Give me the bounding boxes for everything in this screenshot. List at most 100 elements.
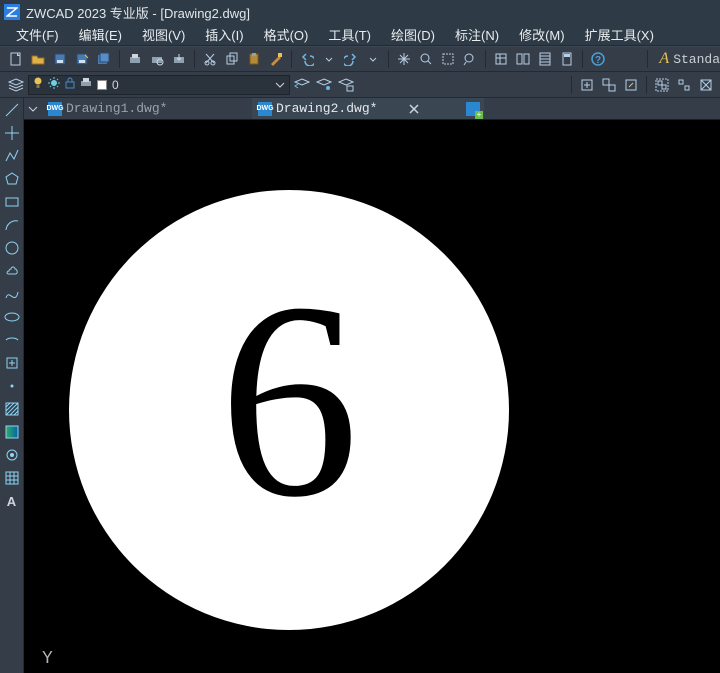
ellipse-icon[interactable] bbox=[2, 307, 22, 327]
insert-block-icon[interactable] bbox=[2, 353, 22, 373]
sun-icon bbox=[48, 77, 60, 92]
standard-toolbar: ? A Standa bbox=[0, 46, 720, 72]
new-document-tab[interactable]: + bbox=[462, 98, 484, 119]
text-style-icon: A bbox=[659, 50, 669, 68]
layer-combo[interactable]: 0 bbox=[28, 75, 290, 95]
dwg-file-icon: + bbox=[466, 102, 480, 116]
svg-text:?: ? bbox=[595, 55, 601, 66]
polyline-icon[interactable] bbox=[2, 146, 22, 166]
toolbar-separator bbox=[582, 50, 583, 68]
document-tab[interactable]: DWG Drawing2.dwg* bbox=[252, 98, 462, 119]
text-style-label: Standa bbox=[673, 52, 720, 67]
menu-insert[interactable]: 插入(I) bbox=[195, 23, 253, 46]
print-icon[interactable] bbox=[125, 49, 145, 69]
close-tab-icon[interactable] bbox=[407, 102, 421, 116]
block-edit-icon[interactable] bbox=[621, 75, 641, 95]
draw-toolbar: A bbox=[0, 98, 24, 673]
paste-icon[interactable] bbox=[244, 49, 264, 69]
text-style-control[interactable]: A Standa bbox=[659, 50, 720, 68]
layer-manager-icon[interactable] bbox=[6, 75, 26, 95]
layers-toolbar: 0 bbox=[0, 72, 720, 98]
tabs-dropdown-icon[interactable] bbox=[24, 98, 42, 119]
zoom-realtime-icon[interactable] bbox=[416, 49, 436, 69]
save-icon[interactable] bbox=[50, 49, 70, 69]
dwg-file-icon: DWG bbox=[258, 102, 272, 116]
drawing-circle: 6 bbox=[69, 190, 509, 630]
layer-previous-icon[interactable] bbox=[292, 75, 312, 95]
rectangle-icon[interactable] bbox=[2, 192, 22, 212]
layer-state-icon[interactable] bbox=[336, 75, 356, 95]
zoom-window-icon[interactable] bbox=[438, 49, 458, 69]
mtext-icon[interactable]: A bbox=[2, 491, 22, 511]
toolbar-separator bbox=[485, 50, 486, 68]
dwg-file-icon: DWG bbox=[48, 102, 62, 116]
point-icon[interactable] bbox=[2, 376, 22, 396]
document-tab[interactable]: DWG Drawing1.dwg* bbox=[42, 98, 252, 119]
group-icon[interactable] bbox=[652, 75, 672, 95]
properties-icon[interactable] bbox=[491, 49, 511, 69]
menu-tools[interactable]: 工具(T) bbox=[318, 23, 381, 46]
bulb-icon bbox=[33, 77, 43, 92]
toolbar-separator bbox=[119, 50, 120, 68]
plot-icon bbox=[80, 77, 92, 92]
help-icon[interactable]: ? bbox=[588, 49, 608, 69]
toolbar-separator bbox=[646, 76, 647, 94]
publish-icon[interactable] bbox=[169, 49, 189, 69]
arc-ellipse-icon[interactable] bbox=[2, 330, 22, 350]
copy-icon[interactable] bbox=[222, 49, 242, 69]
ucs-y-label: Y bbox=[42, 649, 53, 669]
saveall-icon[interactable] bbox=[94, 49, 114, 69]
polygon-icon[interactable] bbox=[2, 169, 22, 189]
tool-palette-icon[interactable] bbox=[535, 49, 555, 69]
menu-draw[interactable]: 绘图(D) bbox=[381, 23, 445, 46]
cut-icon[interactable] bbox=[200, 49, 220, 69]
print-preview-icon[interactable] bbox=[147, 49, 167, 69]
menu-bar: 文件(F) 编辑(E) 视图(V) 插入(I) 格式(O) 工具(T) 绘图(D… bbox=[0, 24, 720, 46]
toolbar-separator bbox=[571, 76, 572, 94]
design-center-icon[interactable] bbox=[513, 49, 533, 69]
chevron-down-icon[interactable] bbox=[273, 78, 287, 92]
layer-iso-icon[interactable] bbox=[314, 75, 334, 95]
menu-view[interactable]: 视图(V) bbox=[132, 23, 195, 46]
zoom-prev-icon[interactable] bbox=[460, 49, 480, 69]
arc-icon[interactable] bbox=[2, 215, 22, 235]
hatch-icon[interactable] bbox=[2, 399, 22, 419]
block-create-icon[interactable] bbox=[599, 75, 619, 95]
redo-dropdown-icon[interactable] bbox=[363, 49, 383, 69]
open-icon[interactable] bbox=[28, 49, 48, 69]
menu-dim[interactable]: 标注(N) bbox=[445, 23, 509, 46]
toolbar-separator bbox=[647, 50, 648, 68]
menu-ext[interactable]: 扩展工具(X) bbox=[575, 23, 664, 46]
line-icon[interactable] bbox=[2, 100, 22, 120]
toolbar-separator bbox=[291, 50, 292, 68]
pan-icon[interactable] bbox=[394, 49, 414, 69]
gradient-icon[interactable] bbox=[2, 422, 22, 442]
calc-icon[interactable] bbox=[557, 49, 577, 69]
table-icon[interactable] bbox=[2, 468, 22, 488]
circle-icon[interactable] bbox=[2, 238, 22, 258]
new-icon[interactable] bbox=[6, 49, 26, 69]
xref-icon[interactable] bbox=[696, 75, 716, 95]
spline-icon[interactable] bbox=[2, 284, 22, 304]
window-title: ZWCAD 2023 专业版 - [Drawing2.dwg] bbox=[26, 3, 250, 22]
menu-format[interactable]: 格式(O) bbox=[254, 23, 319, 46]
lock-icon bbox=[65, 77, 75, 92]
revcloud-icon[interactable] bbox=[2, 261, 22, 281]
menu-edit[interactable]: 编辑(E) bbox=[69, 23, 132, 46]
menu-file[interactable]: 文件(F) bbox=[6, 23, 69, 46]
drawing-canvas[interactable]: 6 Y bbox=[24, 120, 720, 673]
undo-dropdown-icon[interactable] bbox=[319, 49, 339, 69]
block-insert-icon[interactable] bbox=[577, 75, 597, 95]
xline-icon[interactable] bbox=[2, 123, 22, 143]
ungroup-icon[interactable] bbox=[674, 75, 694, 95]
color-swatch-icon bbox=[97, 80, 107, 90]
menu-modify[interactable]: 修改(M) bbox=[509, 23, 575, 46]
layer-name: 0 bbox=[112, 78, 119, 92]
plus-icon: + bbox=[475, 111, 483, 119]
saveas-icon[interactable] bbox=[72, 49, 92, 69]
redo-icon[interactable] bbox=[341, 49, 361, 69]
region-icon[interactable] bbox=[2, 445, 22, 465]
undo-icon[interactable] bbox=[297, 49, 317, 69]
match-prop-icon[interactable] bbox=[266, 49, 286, 69]
app-logo-icon bbox=[4, 4, 20, 20]
